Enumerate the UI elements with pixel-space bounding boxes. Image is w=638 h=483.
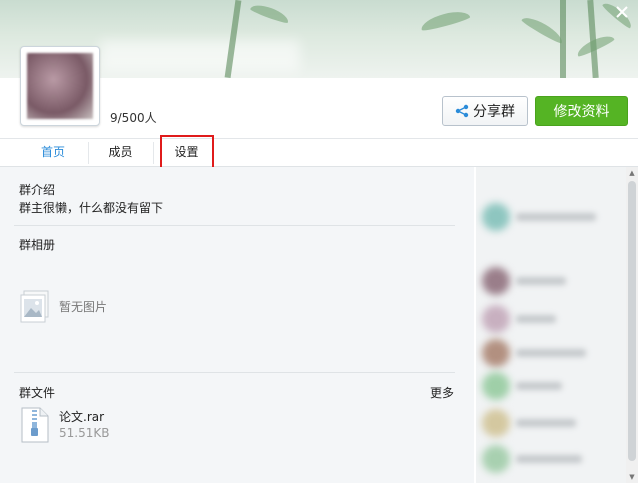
- member-count: 9/500人: [110, 111, 157, 125]
- avatar: [482, 372, 510, 400]
- member-name-blur: [516, 213, 596, 221]
- files-more-link[interactable]: 更多: [430, 384, 454, 401]
- share-icon: [455, 104, 469, 118]
- member-list-item[interactable]: [482, 372, 618, 400]
- member-name-blur: [516, 419, 576, 427]
- scroll-down-icon[interactable]: ▼: [626, 471, 638, 483]
- member-name-blur: [516, 315, 556, 323]
- member-list-item[interactable]: [482, 409, 618, 437]
- member-list-item[interactable]: [482, 305, 618, 333]
- file-size: 51.51KB: [59, 426, 110, 440]
- image-placeholder-icon: [20, 290, 49, 323]
- edit-button-label: 修改资料: [553, 104, 610, 120]
- share-button-label: 分享群: [473, 104, 515, 120]
- scroll-up-icon[interactable]: ▲: [626, 167, 638, 179]
- share-group-button[interactable]: 分享群: [442, 96, 528, 126]
- section-divider: [14, 372, 455, 373]
- tab-home[interactable]: 首页: [18, 139, 88, 166]
- rar-file-icon[interactable]: [20, 407, 50, 443]
- member-list-panel: [476, 167, 626, 483]
- close-icon[interactable]: [612, 4, 632, 24]
- avatar: [482, 445, 510, 473]
- vertical-scrollbar[interactable]: ▲ ▼: [626, 167, 638, 483]
- scroll-thumb[interactable]: [628, 181, 636, 461]
- section-divider: [14, 225, 455, 226]
- member-list-item[interactable]: [482, 267, 618, 295]
- files-title: 群文件: [19, 386, 56, 400]
- banner-leaf: [419, 7, 471, 33]
- group-avatar[interactable]: [20, 46, 100, 126]
- banner-leaf: [520, 13, 566, 45]
- avatar: [482, 267, 510, 295]
- member-list-item[interactable]: [482, 203, 618, 231]
- avatar: [482, 409, 510, 437]
- member-name-blur: [516, 455, 582, 463]
- avatar: [482, 305, 510, 333]
- member-name-blur: [516, 277, 566, 285]
- tab-members[interactable]: 成员: [88, 139, 153, 166]
- file-name[interactable]: 论文.rar: [59, 408, 104, 425]
- tab-bar: 首页 成员 设置: [0, 139, 638, 167]
- album-empty-text: 暂无图片: [59, 300, 108, 314]
- album-title: 群相册: [19, 238, 56, 252]
- member-name-blur: [516, 349, 586, 357]
- banner-leaf: [249, 1, 291, 25]
- banner-blur-area: [100, 40, 300, 72]
- avatar-image: [27, 53, 93, 119]
- avatar: [482, 339, 510, 367]
- intro-text: 群主很懒，什么都没有留下: [19, 201, 164, 215]
- edit-profile-button[interactable]: 修改资料: [535, 96, 628, 126]
- avatar: [482, 203, 510, 231]
- member-list-item[interactable]: [482, 339, 618, 367]
- intro-title: 群介绍: [19, 183, 56, 197]
- member-list-item[interactable]: [482, 445, 618, 473]
- member-name-blur: [516, 382, 562, 390]
